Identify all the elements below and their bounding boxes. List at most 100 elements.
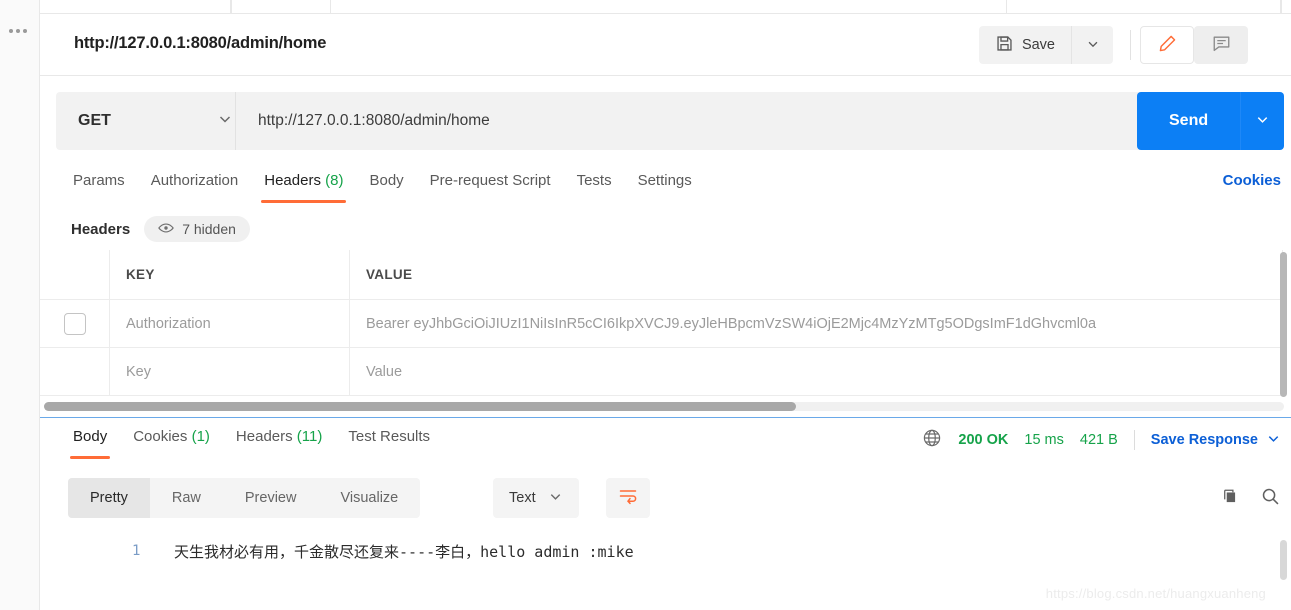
globe-icon [922,428,942,452]
tab-count: (11) [296,428,323,445]
row-value-cell[interactable]: Value [350,348,1283,395]
table-row[interactable]: Authorization Bearer eyJhbGciOiJIUzI1NiI… [40,300,1283,348]
url-input-value: http://127.0.0.1:8080/admin/home [258,112,490,129]
table-row[interactable]: Key Value [40,348,1283,396]
tab-headers[interactable]: Headers (8) [251,168,356,203]
headers-horizontal-scrollbar-thumb[interactable] [44,402,796,411]
response-tab-test-results[interactable]: Test Results [335,424,443,459]
response-vertical-scrollbar[interactable] [1280,540,1287,580]
view-label: Pretty [90,490,128,506]
tab-params[interactable]: Params [60,168,138,203]
response-tab-body[interactable]: Body [60,424,120,459]
http-method-select[interactable]: GET [56,92,251,150]
response-tabs: Body Cookies (1) Headers (11) Test Resul… [40,424,840,464]
url-bar: GET http://127.0.0.1:8080/admin/home Sen… [40,92,1291,150]
request-tabs: Params Authorization Headers (8) Body Pr… [40,168,1291,208]
row-value-value: Bearer eyJhbGciOiJIUzI1NiIsInR5cCI6IkpXV… [366,315,1097,332]
toolbar-divider [1130,30,1131,60]
view-visualize[interactable]: Visualize [318,478,420,518]
copy-icon[interactable] [1220,487,1240,512]
cookies-link[interactable]: Cookies [1223,172,1281,189]
http-method-label: GET [78,112,111,129]
view-label: Raw [171,490,201,506]
tab-count: (8) [325,172,344,189]
save-response-label: Save Response [1150,432,1258,448]
tab-label: Cookies [133,428,188,445]
save-response-button[interactable]: Save Response [1151,431,1281,450]
request-tab-strip[interactable] [40,0,1291,14]
response-tab-cookies[interactable]: Cookies (1) [120,424,223,459]
tab-authorization[interactable]: Authorization [138,168,252,203]
left-sidebar-rail [0,0,40,610]
row-value-value: Value [366,363,403,380]
hidden-headers-toggle[interactable]: 7 hidden [144,216,250,242]
word-wrap-icon [618,487,638,510]
save-options-button[interactable] [1071,26,1113,64]
tab-body[interactable]: Body [356,168,416,203]
word-wrap-button[interactable] [606,478,650,518]
response-time: 15 ms [1024,432,1064,448]
response-tab-headers[interactable]: Headers (11) [223,424,335,459]
row-checkbox-cell [40,300,110,347]
response-view-bar: Pretty Raw Preview Visualize Text [40,478,1291,526]
pane-divider[interactable] [40,417,1291,418]
pencil-icon [1157,33,1178,57]
headers-vertical-scrollbar[interactable] [1280,252,1287,397]
response-body-actions [1220,486,1281,512]
tab-divider-mid [330,0,1007,14]
tab-settings[interactable]: Settings [625,168,705,203]
tab-label: Headers [264,172,321,189]
response-body-text: 天生我材必有用，千金散尽还复来----李白，hello admin :mike [174,543,634,561]
row-key-value: Authorization [126,315,211,332]
tab-divider-left [230,0,232,14]
row-checkbox[interactable] [63,312,86,335]
chevron-down-icon [1266,431,1281,450]
tab-label: Settings [637,172,692,189]
tab-divider-right [1280,0,1282,14]
tab-label: Tests [576,172,612,189]
sidebar-expand-handle[interactable] [9,29,27,33]
tab-count: (1) [191,428,210,445]
column-title: KEY [126,267,155,282]
row-key-cell[interactable]: Authorization [110,300,350,347]
headers-table: KEY VALUE Authorization Bearer eyJhbGciO… [40,250,1283,396]
chevron-down-icon [1086,37,1100,54]
send-options-button[interactable] [1240,92,1285,150]
search-icon[interactable] [1260,486,1281,512]
url-input[interactable]: http://127.0.0.1:8080/admin/home [235,92,1165,150]
hidden-headers-label: 7 hidden [182,221,236,237]
comments-button[interactable] [1194,26,1248,64]
row-value-cell[interactable]: Bearer eyJhbGciOiJIUzI1NiIsInR5cCI6IkpXV… [350,300,1283,347]
response-view-segmented-control: Pretty Raw Preview Visualize [68,478,421,518]
row-key-value: Key [126,363,151,380]
line-number: 1 [132,543,141,559]
send-button-group: Send [1137,92,1285,150]
tab-label: Params [73,172,125,189]
save-button[interactable]: Save [978,26,1071,64]
page-title: http://127.0.0.1:8080/admin/home [74,34,327,52]
column-title: VALUE [366,267,413,282]
chevron-down-icon [548,489,563,508]
tab-tests[interactable]: Tests [564,168,625,203]
status-badge: 200 OK [958,432,1009,448]
tab-label: Test Results [348,428,431,445]
tab-pre-request-script[interactable]: Pre-request Script [417,168,564,203]
response-format-select[interactable]: Text [493,478,579,518]
row-checkbox-cell [40,348,110,395]
view-preview[interactable]: Preview [223,478,319,518]
save-button-label: Save [1021,37,1055,53]
edit-mode-button[interactable] [1140,26,1194,64]
postman-window: http://127.0.0.1:8080/admin/home Save GE… [0,0,1291,610]
headers-label: Headers [71,220,131,238]
view-label: Visualize [340,490,399,506]
headers-horizontal-scrollbar-track[interactable] [44,402,1284,411]
view-pretty[interactable]: Pretty [68,478,150,518]
tab-label: Pre-request Script [429,172,551,189]
row-key-cell[interactable]: Key [110,348,350,395]
table-header-row: KEY VALUE [40,250,1283,300]
view-raw[interactable]: Raw [150,478,223,518]
chevron-down-icon [1255,112,1270,130]
send-button[interactable]: Send [1137,92,1241,150]
floppy-disk-icon [995,34,1014,57]
chevron-down-icon [217,111,233,132]
